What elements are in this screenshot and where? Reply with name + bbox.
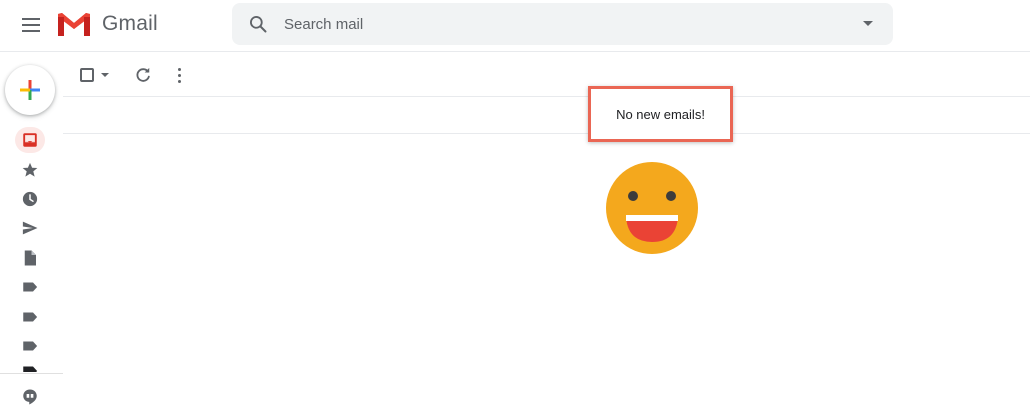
main-menu-button[interactable] xyxy=(18,12,44,38)
document-icon xyxy=(24,250,36,266)
rail-divider xyxy=(0,373,63,374)
plus-icon xyxy=(20,80,40,100)
mail-toolbar xyxy=(63,53,1030,97)
empty-state-message-box: No new emails! xyxy=(588,86,733,142)
star-icon xyxy=(22,162,38,177)
gmail-m-logo-icon xyxy=(58,13,90,36)
gmail-logo[interactable]: Gmail xyxy=(56,10,158,38)
smiley-face-icon xyxy=(606,162,698,254)
label-icon xyxy=(23,341,38,351)
rail-hangouts[interactable] xyxy=(15,384,45,410)
search-bar[interactable] xyxy=(232,3,893,45)
rail-sent[interactable] xyxy=(15,215,45,241)
list-divider xyxy=(63,133,1030,134)
top-header: Gmail xyxy=(0,0,1030,52)
label-icon xyxy=(23,312,38,322)
gmail-wordmark: Gmail xyxy=(102,12,158,35)
rail-label-1[interactable] xyxy=(15,274,45,300)
label-icon xyxy=(23,366,38,372)
select-all-checkbox[interactable] xyxy=(80,68,94,82)
search-icon[interactable] xyxy=(248,14,268,34)
inbox-icon xyxy=(23,133,37,147)
clock-icon xyxy=(22,191,38,207)
send-icon xyxy=(22,221,38,235)
select-options-caret-icon[interactable] xyxy=(101,73,109,77)
compose-button[interactable] xyxy=(5,65,55,115)
rail-label-2[interactable] xyxy=(15,304,45,330)
hamburger-menu-icon xyxy=(22,18,40,20)
search-options-caret-icon[interactable] xyxy=(863,21,873,26)
more-vert-icon[interactable] xyxy=(173,65,185,85)
rail-inbox[interactable] xyxy=(15,127,45,153)
search-input[interactable] xyxy=(284,3,844,45)
rail-drafts[interactable] xyxy=(15,245,45,271)
rail-label-3[interactable] xyxy=(15,333,45,359)
empty-state-message: No new emails! xyxy=(616,106,705,122)
rail-label-4[interactable] xyxy=(15,362,45,372)
rail-starred[interactable] xyxy=(15,157,45,183)
refresh-icon[interactable] xyxy=(133,65,153,85)
label-icon xyxy=(23,282,38,292)
hangouts-icon xyxy=(23,389,37,405)
rail-snoozed[interactable] xyxy=(15,186,45,212)
